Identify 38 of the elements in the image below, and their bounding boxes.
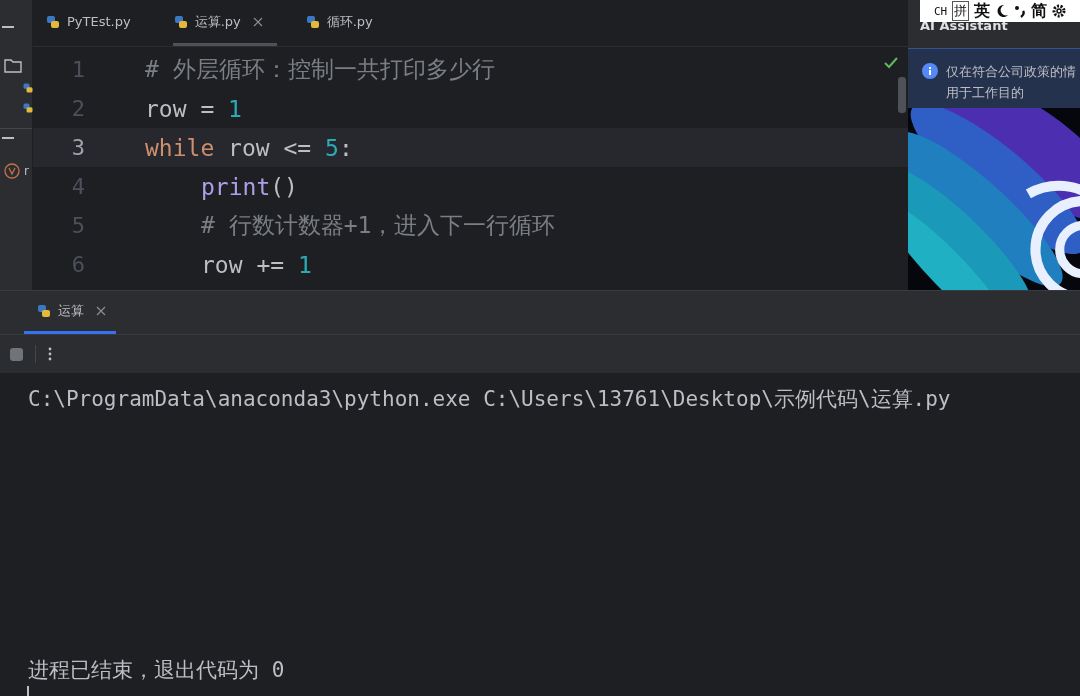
settings-icon[interactable]	[1052, 3, 1067, 19]
punctuation-icon[interactable]	[1014, 3, 1027, 19]
code-line: # 行数计数器+1，进入下一行循环	[201, 211, 556, 240]
code-line: row = 1	[145, 95, 242, 122]
folder-icon	[4, 58, 22, 74]
code-line: row += 1	[201, 251, 312, 278]
info-icon	[922, 63, 938, 79]
ime-button[interactable]: 英	[974, 0, 991, 22]
variable-icon	[4, 163, 20, 179]
editor-tab[interactable]: 循环.py	[304, 0, 387, 46]
scrollbar[interactable]	[898, 77, 906, 113]
close-icon[interactable]	[96, 306, 106, 316]
python-file-icon	[304, 13, 321, 30]
ime-button[interactable]: 拼	[952, 1, 970, 21]
python-file-icon	[172, 13, 189, 30]
code-line: # 外层循环：控制一共打印多少行	[145, 55, 495, 84]
code-line: print()	[201, 173, 298, 200]
text-cursor	[27, 686, 29, 696]
more-icon[interactable]	[48, 347, 52, 361]
checkmark-icon	[884, 57, 898, 69]
structure-item[interactable]: r	[24, 164, 29, 178]
close-icon[interactable]	[252, 16, 263, 27]
python-file-icon	[22, 82, 34, 94]
notice-text: 仅在符合公司政策的情	[946, 63, 1076, 81]
moon-icon[interactable]	[995, 3, 1010, 19]
ime-button[interactable]: CH	[934, 4, 948, 18]
console-line: 进程已结束，退出代码为 0	[28, 657, 286, 684]
stop-icon[interactable]	[10, 347, 23, 361]
console-line: C:\ProgramData\anaconda3\python.exe C:\Users\13761\Desktop\示例代码\运算.py	[28, 386, 952, 413]
line-number: 3	[70, 135, 86, 160]
python-file-icon	[36, 303, 52, 319]
editor-tab[interactable]: 运算.py	[172, 0, 277, 46]
ime-button[interactable]: 简	[1031, 0, 1048, 22]
notice-text: 用于工作目的	[946, 84, 1025, 102]
editor-tab[interactable]: PyTEst.py	[45, 0, 145, 46]
code-line: while row <= 5:	[145, 134, 353, 161]
python-file-icon	[22, 102, 34, 114]
python-file-icon	[45, 13, 61, 30]
